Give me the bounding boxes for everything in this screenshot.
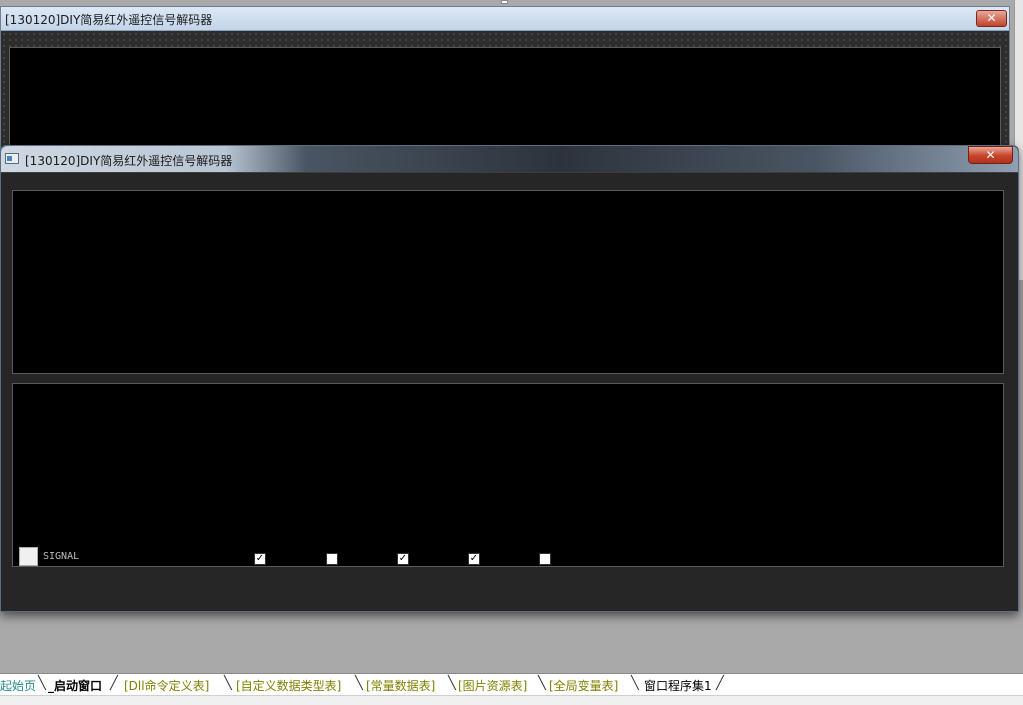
decoder-window-title: [130120]DIY简易红外遥控信号解码器 <box>25 154 233 168</box>
tab-dll-commands[interactable]: [Dll命令定义表] <box>124 677 209 694</box>
decoder-window-close-button[interactable]: ✕ <box>968 146 1013 164</box>
tab-custom-types[interactable]: [自定义数据类型表] <box>236 677 341 694</box>
tab-separator-icon: ╱ <box>716 676 724 691</box>
option-checkbox-4[interactable]: ✓ <box>468 553 480 565</box>
window-app-icon <box>5 153 19 164</box>
signal-indicator <box>19 547 38 566</box>
tab-image-resources[interactable]: [图片资源表] <box>458 677 527 694</box>
tab-window-assembly[interactable]: 窗口程序集1 <box>644 677 712 694</box>
top-drag-marker[interactable] <box>501 0 508 4</box>
editor-tab-strip: 起始页 ╲ _启动窗口 ╱ [Dll命令定义表] ╲ [自定义数据类型表] ╲ … <box>0 673 1023 695</box>
tab-separator-icon: ╲ <box>631 676 639 691</box>
signal-display-panel-top <box>12 190 1004 374</box>
option-checkbox-3[interactable]: ✓ <box>397 553 409 565</box>
design-window-titlebar[interactable]: [130120]DIY简易红外遥控信号解码器 ✕ <box>1 7 1009 31</box>
tab-separator-icon: ╲ <box>355 676 363 691</box>
tab-separator-icon: ╲ <box>538 676 546 691</box>
tab-separator-icon: ╲ <box>38 676 46 691</box>
tab-start-page[interactable]: 起始页 <box>0 677 36 694</box>
tab-separator-icon: ╲ <box>224 676 232 691</box>
decoder-window-body <box>1 172 1018 611</box>
status-bar <box>0 695 1023 705</box>
tab-separator-icon: ╲ <box>448 676 456 691</box>
tab-constants[interactable]: [常量数据表] <box>366 677 435 694</box>
signal-label: SIGNAL <box>43 551 80 562</box>
design-window-close-button[interactable]: ✕ <box>976 10 1007 27</box>
option-checkbox-1[interactable]: ✓ <box>254 553 266 565</box>
tab-separator-icon: ╱ <box>110 676 118 691</box>
option-checkbox-5[interactable] <box>539 553 551 565</box>
design-window-title: [130120]DIY简易红外遥控信号解码器 <box>5 13 213 27</box>
option-checkbox-2[interactable] <box>326 553 338 565</box>
decoder-window-titlebar[interactable]: [130120]DIY简易红外遥控信号解码器 ✕ <box>1 146 1018 172</box>
tab-global-variables[interactable]: [全局变量表] <box>549 677 618 694</box>
tab-startup-window[interactable]: _启动窗口 <box>48 677 102 694</box>
design-window: [130120]DIY简易红外遥控信号解码器 ✕ <box>0 6 1010 167</box>
decoder-window: [130120]DIY简易红外遥控信号解码器 ✕ SIGNAL ✓ ✓ ✓ <box>0 145 1019 612</box>
signal-display-panel-bottom <box>12 383 1004 567</box>
